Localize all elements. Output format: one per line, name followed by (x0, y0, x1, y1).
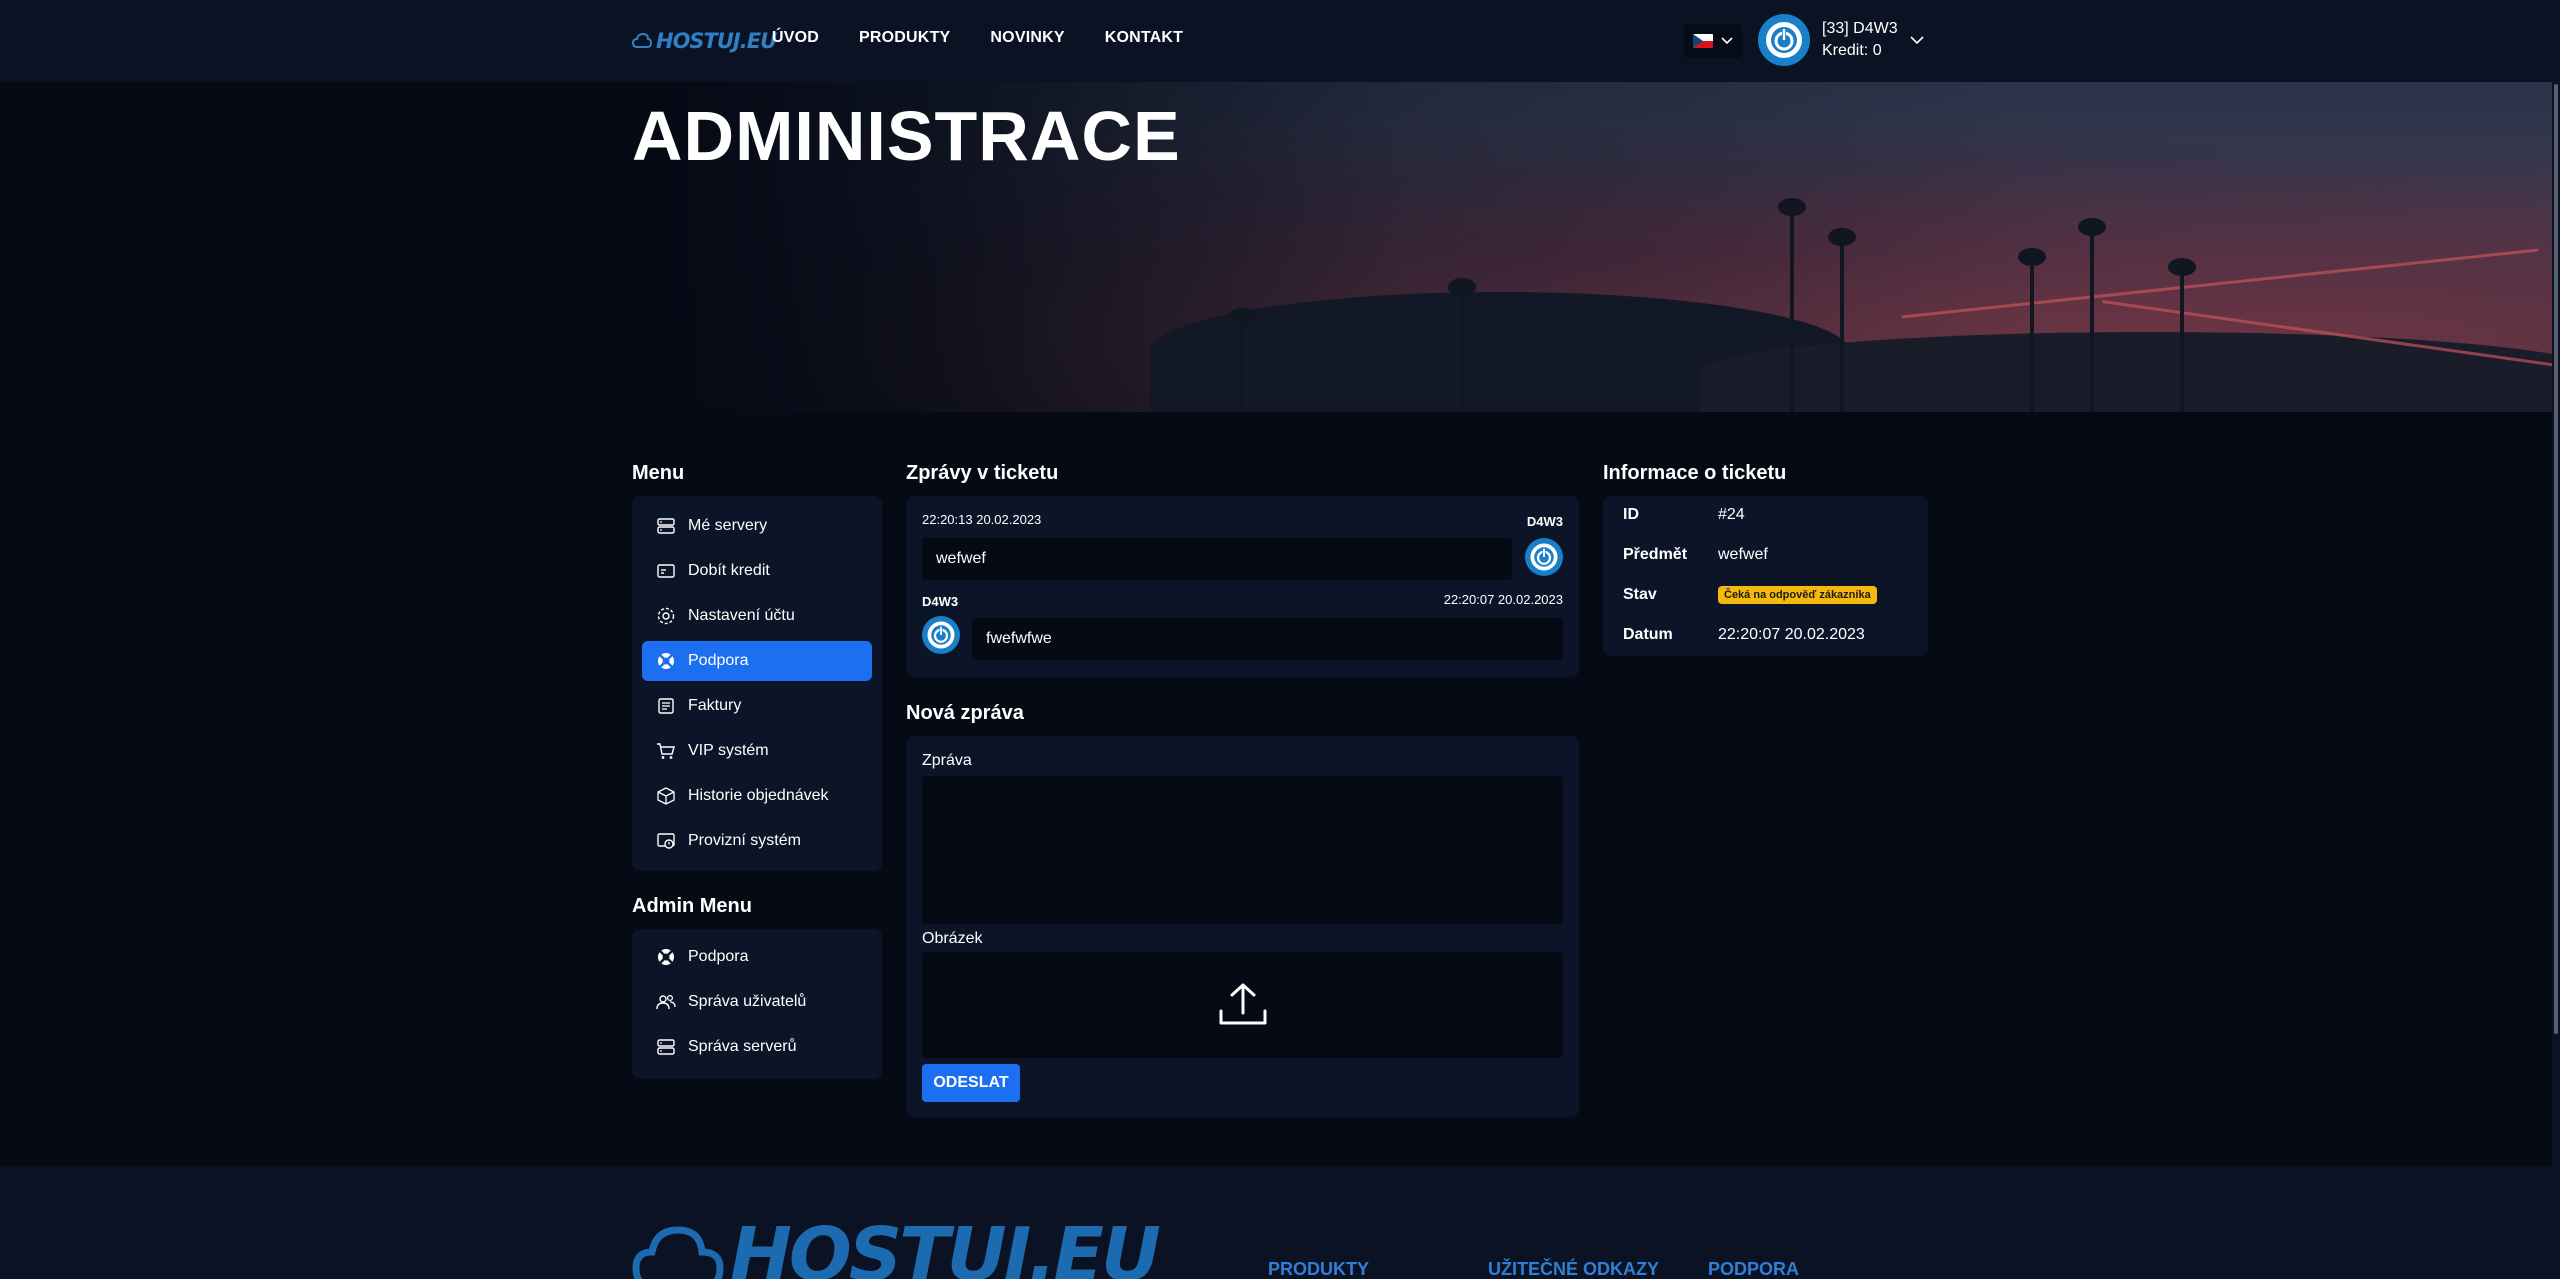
user-menu[interactable]: [33] D4W3 Kredit: 0 (1758, 14, 1924, 66)
admin-menu-title: Admin Menu (632, 895, 752, 917)
sidebar-item-commission[interactable]: Provizní systém (642, 821, 872, 861)
credit-card-icon (656, 561, 676, 581)
admin-item-users[interactable]: Správa uživatelů (642, 982, 872, 1022)
sidebar-item-label: Faktury (688, 697, 742, 714)
sidebar-item-add-credit[interactable]: Dobít kredit (642, 551, 872, 591)
cart-icon (656, 741, 676, 761)
info-subject-value: wefwef (1718, 546, 1768, 563)
info-subject-label: Předmět (1623, 546, 1688, 563)
ticket-info-title: Informace o ticketu (1603, 462, 1787, 484)
sidebar-item-order-history[interactable]: Historie objednávek (642, 776, 872, 816)
sidebar-item-vip[interactable]: VIP systém (642, 731, 872, 771)
invoice-icon (656, 696, 676, 716)
sidebar-item-label: Správa uživatelů (688, 993, 807, 1010)
ticket-info-panel: ID #24 Předmět wefwef Stav Čeká na odpov… (1603, 496, 1928, 656)
server-icon (656, 1037, 676, 1057)
sidebar-item-my-servers[interactable]: Mé servery (642, 506, 872, 546)
sidebar-item-label: Historie objednávek (688, 787, 829, 804)
language-select[interactable] (1684, 24, 1742, 58)
status-badge: Čeká na odpověď zákazníka (1718, 586, 1877, 604)
logo-text: HOSTUJ.EU (656, 29, 777, 53)
message-label: Zpráva (922, 752, 972, 769)
sidebar-item-label: Nastavení účtu (688, 607, 795, 624)
sidebar-item-account-settings[interactable]: Nastavení účtu (642, 596, 872, 636)
site-logo[interactable]: HOSTUJ.EU (632, 27, 777, 55)
user-credit: Kredit: 0 (1822, 42, 1882, 59)
footer-heading-useful-links: UŽITEČNÉ ODKAZY (1488, 1259, 1659, 1279)
hero-banner (0, 82, 2560, 412)
gear-icon (656, 606, 676, 626)
power-icon (1766, 22, 1802, 58)
scrollbar-thumb[interactable] (2554, 84, 2558, 1034)
message-textarea[interactable] (922, 776, 1563, 924)
info-id-label: ID (1623, 506, 1639, 523)
power-icon (927, 621, 955, 649)
admin-sidebar-menu: Podpora Správa uživatelů Správa serverů (632, 929, 882, 1079)
page-title: ADMINISTRACE (632, 97, 1181, 175)
footer-logo[interactable]: HOSTUJ.EU (632, 1212, 1161, 1279)
sidebar-item-label: Podpora (688, 948, 749, 965)
avatar (1525, 538, 1563, 576)
message-bubble: fwefwfwe (972, 618, 1563, 660)
messages-title: Zprávy v ticketu (906, 462, 1059, 484)
sidebar-menu: Mé servery Dobít kredit Nastavení účtu P… (632, 496, 882, 871)
footer-heading-products: PRODUKTY (1268, 1259, 1370, 1279)
send-button[interactable]: ODESLAT (922, 1064, 1020, 1102)
lifebuoy-icon (656, 947, 676, 967)
sidebar-item-label: Provizní systém (688, 832, 801, 849)
info-date-value: 22:20:07 20.02.2023 (1718, 626, 1865, 643)
footer-heading-support: PODPORA (1708, 1259, 1800, 1279)
sidebar-item-label: Podpora (688, 652, 749, 669)
admin-item-support[interactable]: Podpora (642, 937, 872, 977)
sidebar-item-label: Správa serverů (688, 1038, 797, 1055)
logo-text: HOSTUJ.EU (730, 1212, 1161, 1279)
sidebar-item-label: VIP systém (688, 742, 769, 759)
czech-flag-icon (1693, 34, 1713, 48)
info-status-label: Stav (1623, 586, 1657, 603)
avatar (1758, 14, 1810, 66)
cloud-icon (632, 1226, 724, 1279)
box-icon (656, 786, 676, 806)
admin-item-servers[interactable]: Správa serverů (642, 1027, 872, 1067)
sidebar-item-support[interactable]: Podpora (642, 641, 872, 681)
menu-title: Menu (632, 462, 685, 484)
cloud-icon (632, 33, 652, 48)
nav-link-uvod[interactable]: ÚVOD (772, 29, 819, 47)
image-upload-dropzone[interactable] (922, 952, 1563, 1058)
sidebar-item-label: Dobít kredit (688, 562, 770, 579)
info-id-value: #24 (1718, 506, 1745, 523)
upload-icon (1219, 983, 1266, 1025)
nav-link-produkty[interactable]: PRODUKTY (859, 29, 950, 47)
message-bubble: wefwef (922, 538, 1512, 580)
message-author: D4W3 (922, 594, 959, 609)
commission-icon (656, 831, 676, 851)
nav-link-kontakt[interactable]: KONTAKT (1105, 29, 1183, 47)
image-label: Obrázek (922, 930, 983, 947)
message-author: D4W3 (1526, 514, 1563, 529)
sidebar-item-invoices[interactable]: Faktury (642, 686, 872, 726)
chevron-down-icon (1910, 35, 1924, 44)
nav-link-novinky[interactable]: NOVINKY (990, 29, 1064, 47)
server-icon (656, 516, 676, 536)
users-icon (656, 992, 676, 1012)
new-message-title: Nová zpráva (906, 702, 1024, 724)
new-message-form: Zpráva Obrázek ODESLAT (906, 736, 1579, 1117)
power-icon (1530, 543, 1558, 571)
message-time: 22:20:07 20.02.2023 (1443, 592, 1563, 607)
lifebuoy-icon (656, 651, 676, 671)
chevron-down-icon (1721, 37, 1733, 45)
avatar (922, 616, 960, 654)
sidebar-item-label: Mé servery (688, 517, 768, 534)
main-nav: ÚVOD PRODUKTY NOVINKY KONTAKT (772, 29, 1183, 47)
user-info: [33] D4W3 Kredit: 0 (1822, 20, 1898, 60)
ticket-messages: 22:20:13 20.02.2023 D4W3 wefwef D4W3 22:… (906, 496, 1579, 677)
top-navbar: HOSTUJ.EU ÚVOD PRODUKTY NOVINKY KONTAKT … (0, 0, 2560, 82)
info-date-label: Datum (1623, 626, 1673, 643)
user-name: [33] D4W3 (1822, 20, 1898, 37)
message-time: 22:20:13 20.02.2023 (922, 512, 1042, 527)
